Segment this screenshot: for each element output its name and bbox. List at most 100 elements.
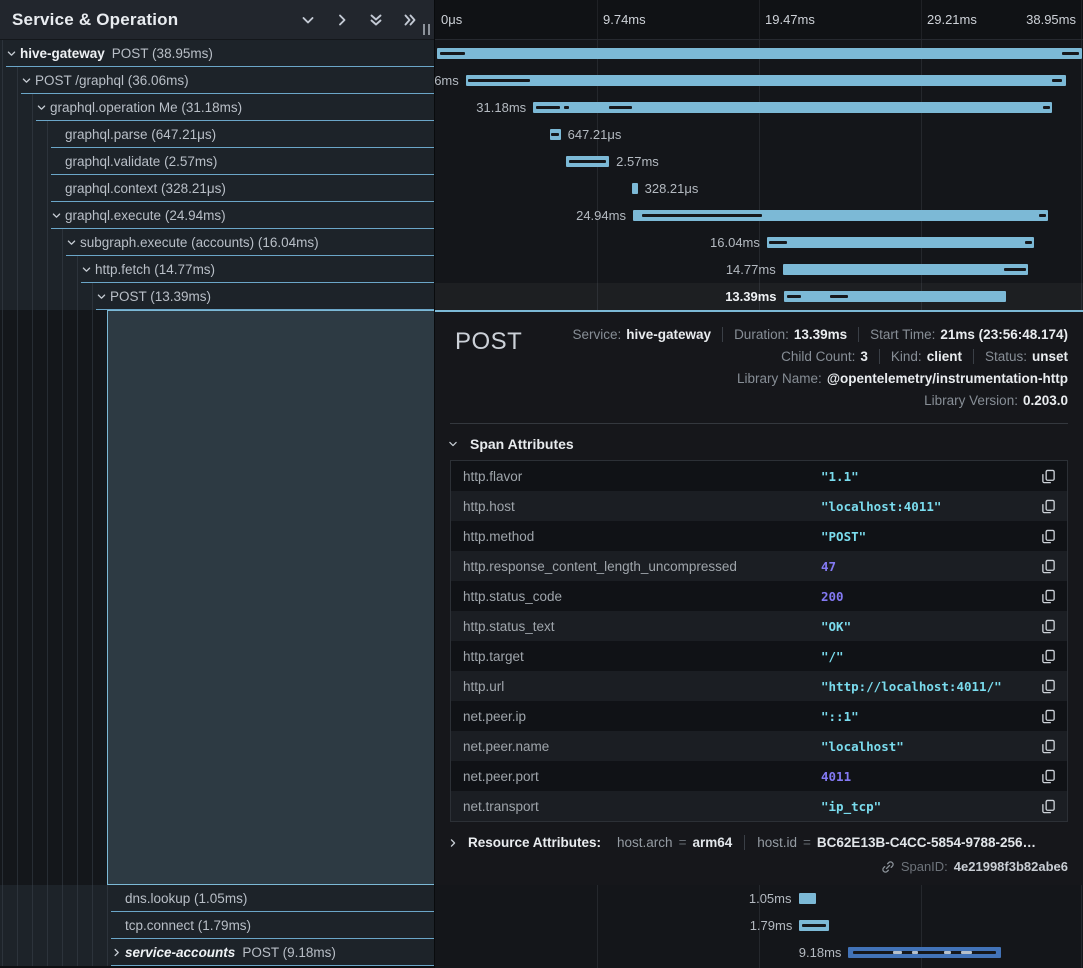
span-bar-row[interactable]: 16.04ms [435,229,1083,256]
chevron-down-icon[interactable] [6,46,20,60]
span-bar-child-marker [551,133,559,136]
chevron-down-icon [448,437,462,451]
span-bar-child-marker [468,79,530,82]
chevron-down-icon[interactable] [300,11,318,29]
timeline-tick-label: 38.95ms [1026,12,1076,27]
copy-icon[interactable] [1041,798,1057,814]
span-bar-row[interactable]: 1.79ms [435,912,1083,939]
span-duration-label: 9.18ms [799,945,842,960]
attribute-key: net.peer.port [463,769,821,784]
copy-icon[interactable] [1041,648,1057,664]
tree-row[interactable]: POST (13.39ms) [0,283,434,310]
attribute-row: http.target"/" [451,641,1067,671]
tree-row-content: subgraph.execute (accounts) (16.04ms) [66,229,434,256]
span-bar-child-marker [944,951,951,954]
span-bar-row[interactable]: 1.05ms [435,885,1083,912]
span-duration-label: 36.06ms [435,73,459,88]
attribute-value: 47 [821,559,836,574]
tree-row[interactable]: hive-gatewayPOST (38.95ms) [0,40,434,67]
span-bar-child-marker [853,951,995,954]
service-name: service-accounts [125,945,235,960]
span-duration-label: 1.05ms [749,891,792,906]
tree-row-content: graphql.operation Me (31.18ms) [36,94,434,121]
copy-icon[interactable] [1041,618,1057,634]
tree-row[interactable]: http.fetch (14.77ms) [0,256,434,283]
link-icon[interactable] [881,860,895,874]
span-bar-row[interactable]: 9.18ms [435,939,1083,966]
attribute-key: net.peer.name [463,739,821,754]
tree-row[interactable]: graphql.execute (24.94ms) [0,202,434,229]
tree-row-content: POST (13.39ms) [96,283,434,310]
copy-icon[interactable] [1041,588,1057,604]
copy-icon[interactable] [1041,678,1057,694]
span-bar[interactable] [437,48,1083,59]
resource-attributes-title: Resource Attributes: [468,835,601,850]
span-bar[interactable] [466,75,1066,86]
span-bar[interactable] [799,893,816,904]
chevron-right-icon [448,836,462,850]
tree-row-content: POST /graphql (36.06ms) [21,67,434,94]
span-duration-label: 14.77ms [726,262,776,277]
chevron-down-icon[interactable] [96,289,110,303]
tree-row[interactable]: subgraph.execute (accounts) (16.04ms) [0,229,434,256]
span-bar[interactable] [784,291,1007,302]
tree-row[interactable]: graphql.operation Me (31.18ms) [0,94,434,121]
copy-icon[interactable] [1041,768,1057,784]
tree-row[interactable]: graphql.parse (647.21μs) [0,121,434,148]
copy-icon[interactable] [1041,468,1057,484]
tree-row[interactable]: graphql.validate (2.57ms) [0,148,434,175]
tree-row[interactable]: service-accountsPOST (9.18ms) [0,939,434,966]
operation-label: POST /graphql (36.06ms) [35,73,189,88]
double-chevron-down-icon[interactable] [368,11,386,29]
tree-row[interactable]: dns.lookup (1.05ms) [0,885,434,912]
span-bar[interactable] [767,237,1034,248]
attribute-value: "localhost" [821,739,904,754]
attribute-key: http.url [463,679,821,694]
operation-label: graphql.validate (2.57ms) [65,154,217,169]
span-id-value: 4e21998f3b82abe6 [954,859,1068,874]
chevron-right-icon[interactable] [334,11,352,29]
tree-row[interactable]: tcp.connect (1.79ms) [0,912,434,939]
operation-label: tcp.connect (1.79ms) [125,918,251,933]
span-bar-row[interactable]: 14.77ms [435,256,1083,283]
attribute-key: http.status_code [463,589,821,604]
tree-header: Service & Operation [0,0,434,40]
trace-viewer: Service & Operation hive-gatewayPOST (38… [0,0,1083,968]
chevron-down-icon[interactable] [81,262,95,276]
span-bar-row[interactable]: 24.94ms [435,202,1083,229]
chevron-down-icon[interactable] [36,100,50,114]
copy-icon[interactable] [1041,558,1057,574]
chevron-right-icon[interactable] [111,945,125,959]
span-bar-row[interactable]: 31.18ms [435,94,1083,121]
resource-attributes-row[interactable]: Resource Attributes: host.arch=arm64host… [448,835,1068,850]
tree-rows-bottom: dns.lookup (1.05ms) tcp.connect (1.79ms) s… [0,885,434,966]
meta-label: Child Count: [781,349,855,364]
copy-icon[interactable] [1041,498,1057,514]
span-attributes-section-header[interactable]: Span Attributes [448,436,1068,452]
chevron-down-icon[interactable] [21,73,35,87]
span-bar-row[interactable]: 328.21μs [435,175,1083,202]
copy-icon[interactable] [1041,528,1057,544]
span-bar-row[interactable]: 36.06ms [435,67,1083,94]
span-bar-row[interactable]: 38.95ms [435,40,1083,67]
panel-splitter-handle[interactable] [423,24,430,35]
span-bar-row[interactable]: 2.57ms [435,148,1083,175]
tree-row[interactable]: graphql.context (328.21μs) [0,175,434,202]
span-bar[interactable] [632,183,637,194]
chevron-down-icon[interactable] [51,208,65,222]
expander-spacer [51,127,65,141]
timeline-tick-label: 29.21ms [927,12,977,27]
copy-icon[interactable] [1041,738,1057,754]
span-meta-line: Library Version:0.203.0 [913,389,1068,411]
span-bar[interactable] [783,264,1029,275]
span-bar-row[interactable]: 13.39ms [435,283,1083,310]
copy-icon[interactable] [1041,708,1057,724]
tree-row-content: dns.lookup (1.05ms) [111,885,434,912]
span-bar-row[interactable]: 647.21μs [435,121,1083,148]
attribute-value: "POST" [821,529,866,544]
chevron-down-icon[interactable] [66,235,80,249]
tree-row[interactable]: POST /graphql (36.06ms) [0,67,434,94]
tree-rows-top: hive-gatewayPOST (38.95ms) POST /graphql … [0,40,434,310]
span-bar-child-marker [1062,52,1079,55]
double-chevron-right-icon[interactable] [402,11,420,29]
